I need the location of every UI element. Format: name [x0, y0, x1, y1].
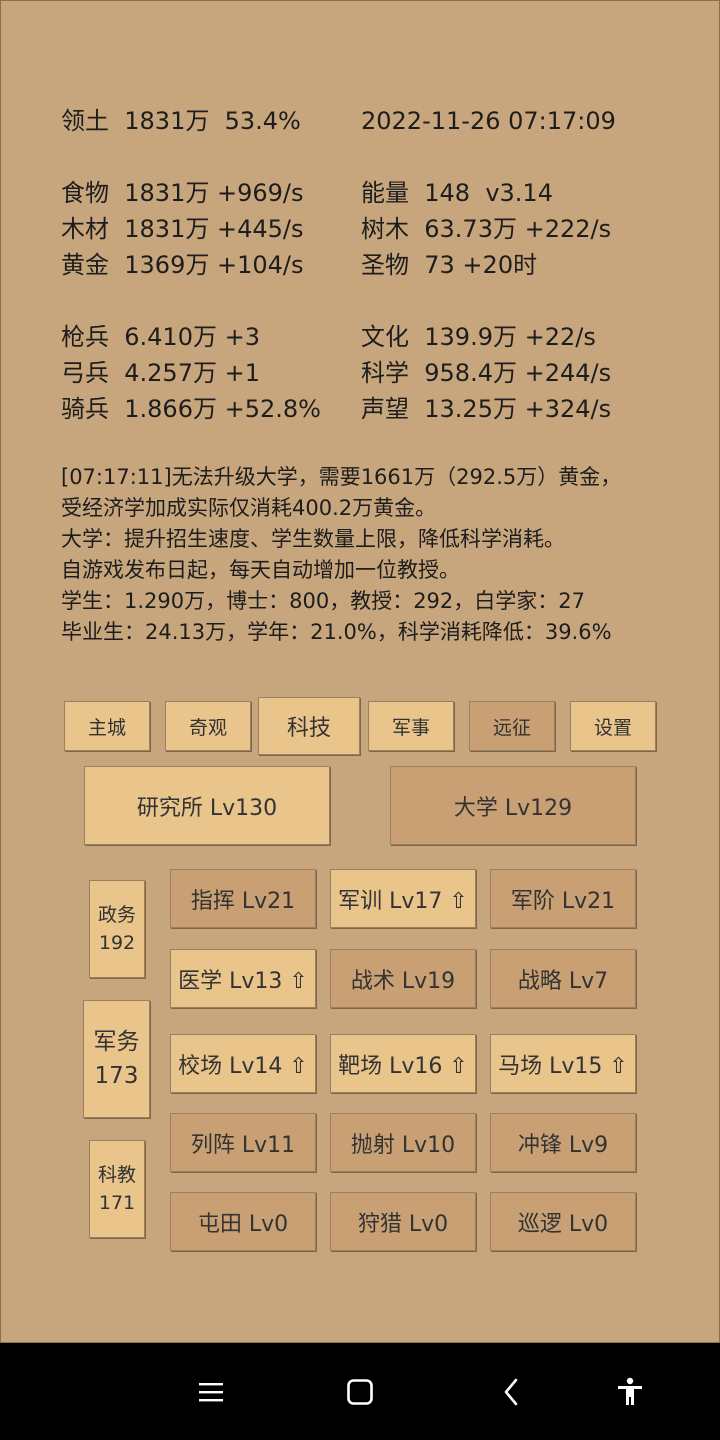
stat-cavalry: 骑兵 1.866万 +52.8% — [61, 391, 321, 427]
stat-value: 63.73万 +222/s — [424, 215, 612, 243]
tech-tactics[interactable]: 战术 Lv19 — [330, 949, 476, 1008]
tech-projectile[interactable]: 抛射 Lv10 — [330, 1113, 476, 1172]
log-line: 自游戏发布日起，每天自动增加一位教授。 — [61, 558, 460, 582]
stat-label: 圣物 — [361, 251, 409, 279]
stat-value: 139.9万 +22/s — [424, 323, 596, 351]
log-line: 大学：提升招生速度、学生数量上限，降低科学消耗。 — [61, 527, 565, 551]
tech-farming[interactable]: 屯田 Lv0 — [170, 1192, 316, 1251]
tab-military[interactable]: 军事 — [368, 701, 454, 751]
stat-label: 食物 — [61, 179, 109, 207]
tech-formation[interactable]: 列阵 Lv11 — [170, 1113, 316, 1172]
category-name: 政务 — [97, 904, 136, 926]
stat-label: 声望 — [361, 395, 409, 423]
menu-icon[interactable] — [183, 1364, 239, 1420]
category-count: 192 — [98, 932, 136, 954]
tech-command[interactable]: 指挥 Lv21 — [170, 869, 316, 928]
stat-label: 能量 — [361, 179, 409, 207]
stat-label: 骑兵 — [61, 395, 109, 423]
stat-value: 148 v3.14 — [424, 179, 553, 207]
stat-prestige: 声望 13.25万 +324/s — [361, 391, 611, 427]
stat-value: 1831万 53.4% — [124, 107, 301, 135]
log-line: 受经济学加成实际仅消耗400.2万黄金。 — [61, 496, 437, 520]
category-administration[interactable]: 政务 192 — [89, 880, 145, 978]
stat-value: 958.4万 +244/s — [424, 359, 612, 387]
tech-hunting[interactable]: 狩猎 Lv0 — [330, 1192, 476, 1251]
tech-patrol[interactable]: 巡逻 Lv0 — [490, 1192, 636, 1251]
tech-stable[interactable]: 马场 Lv15 ⇧ — [490, 1034, 636, 1093]
tech-medicine[interactable]: 医学 Lv13 ⇧ — [170, 949, 316, 1008]
stat-value: 4.257万 +1 — [124, 359, 260, 387]
stat-label: 文化 — [361, 323, 409, 351]
stat-label: 领土 — [61, 107, 109, 135]
stat-archers: 弓兵 4.257万 +1 — [61, 355, 260, 391]
category-count: 171 — [98, 1192, 136, 1214]
tech-strategy[interactable]: 战略 Lv7 — [490, 949, 636, 1008]
back-icon[interactable] — [483, 1364, 539, 1420]
tab-technology[interactable]: 科技 — [258, 697, 360, 755]
stat-label: 木材 — [61, 215, 109, 243]
stat-food: 食物 1831万 +969/s — [61, 175, 303, 211]
stat-value: 1831万 +445/s — [124, 215, 304, 243]
stat-relic: 圣物 73 +20时 — [361, 247, 537, 283]
category-name: 军务 — [93, 1029, 140, 1055]
stat-value: 13.25万 +324/s — [424, 395, 612, 423]
tab-settings[interactable]: 设置 — [570, 701, 656, 751]
system-nav-bar — [0, 1344, 720, 1440]
game-screen: 领土 1831万 53.4% 2022-11-26 07:17:09 食物 18… — [0, 0, 720, 1343]
stat-culture: 文化 139.9万 +22/s — [361, 319, 596, 355]
tab-expedition[interactable]: 远征 — [469, 701, 555, 751]
tech-rank[interactable]: 军阶 Lv21 — [490, 869, 636, 928]
tab-wonders[interactable]: 奇观 — [165, 701, 251, 751]
stat-science: 科学 958.4万 +244/s — [361, 355, 611, 391]
category-science-education[interactable]: 科教 171 — [89, 1140, 145, 1238]
stat-value: 6.410万 +3 — [124, 323, 260, 351]
stat-label: 弓兵 — [61, 359, 109, 387]
home-icon[interactable] — [332, 1364, 388, 1420]
category-name: 科教 — [97, 1164, 136, 1186]
tech-drill-ground[interactable]: 校场 Lv14 ⇧ — [170, 1034, 316, 1093]
accessibility-icon[interactable] — [602, 1364, 658, 1420]
stat-wood: 木材 1831万 +445/s — [61, 211, 303, 247]
stat-gold: 黄金 1369万 +104/s — [61, 247, 303, 283]
stat-label: 科学 — [361, 359, 409, 387]
log-line: [07:17:11]无法升级大学，需要1661万（292.5万）黄金， — [61, 465, 622, 489]
tab-main-city[interactable]: 主城 — [64, 701, 150, 751]
log-line: 学生：1.290万，博士：800，教授：292，白学家：27 — [61, 589, 586, 613]
datetime-text: 2022-11-26 07:17:09 — [361, 107, 616, 135]
tech-charge[interactable]: 冲锋 Lv9 — [490, 1113, 636, 1172]
stat-value: 73 +20时 — [424, 251, 538, 279]
tech-shooting-range[interactable]: 靶场 Lv16 ⇧ — [330, 1034, 476, 1093]
stat-spearmen: 枪兵 6.410万 +3 — [61, 319, 260, 355]
stat-energy: 能量 148 v3.14 — [361, 175, 553, 211]
category-count: 173 — [94, 1063, 139, 1089]
stat-label: 黄金 — [61, 251, 109, 279]
message-log: [07:17:11]无法升级大学，需要1661万（292.5万）黄金， 受经济学… — [61, 462, 701, 648]
log-line: 毕业生：24.13万，学年：21.0%，科学消耗降低：39.6% — [61, 620, 612, 644]
stat-value: 1369万 +104/s — [124, 251, 304, 279]
category-military-affairs[interactable]: 军务 173 — [83, 1000, 150, 1118]
stat-territory: 领土 1831万 53.4% — [61, 103, 301, 139]
stat-value: 1.866万 +52.8% — [124, 395, 321, 423]
stat-label: 树木 — [361, 215, 409, 243]
stat-trees: 树木 63.73万 +222/s — [361, 211, 611, 247]
stat-label: 枪兵 — [61, 323, 109, 351]
tech-training[interactable]: 军训 Lv17 ⇧ — [330, 869, 476, 928]
stat-value: 1831万 +969/s — [124, 179, 304, 207]
university-button[interactable]: 大学 Lv129 — [390, 766, 636, 845]
research-institute-button[interactable]: 研究所 Lv130 — [84, 766, 330, 845]
